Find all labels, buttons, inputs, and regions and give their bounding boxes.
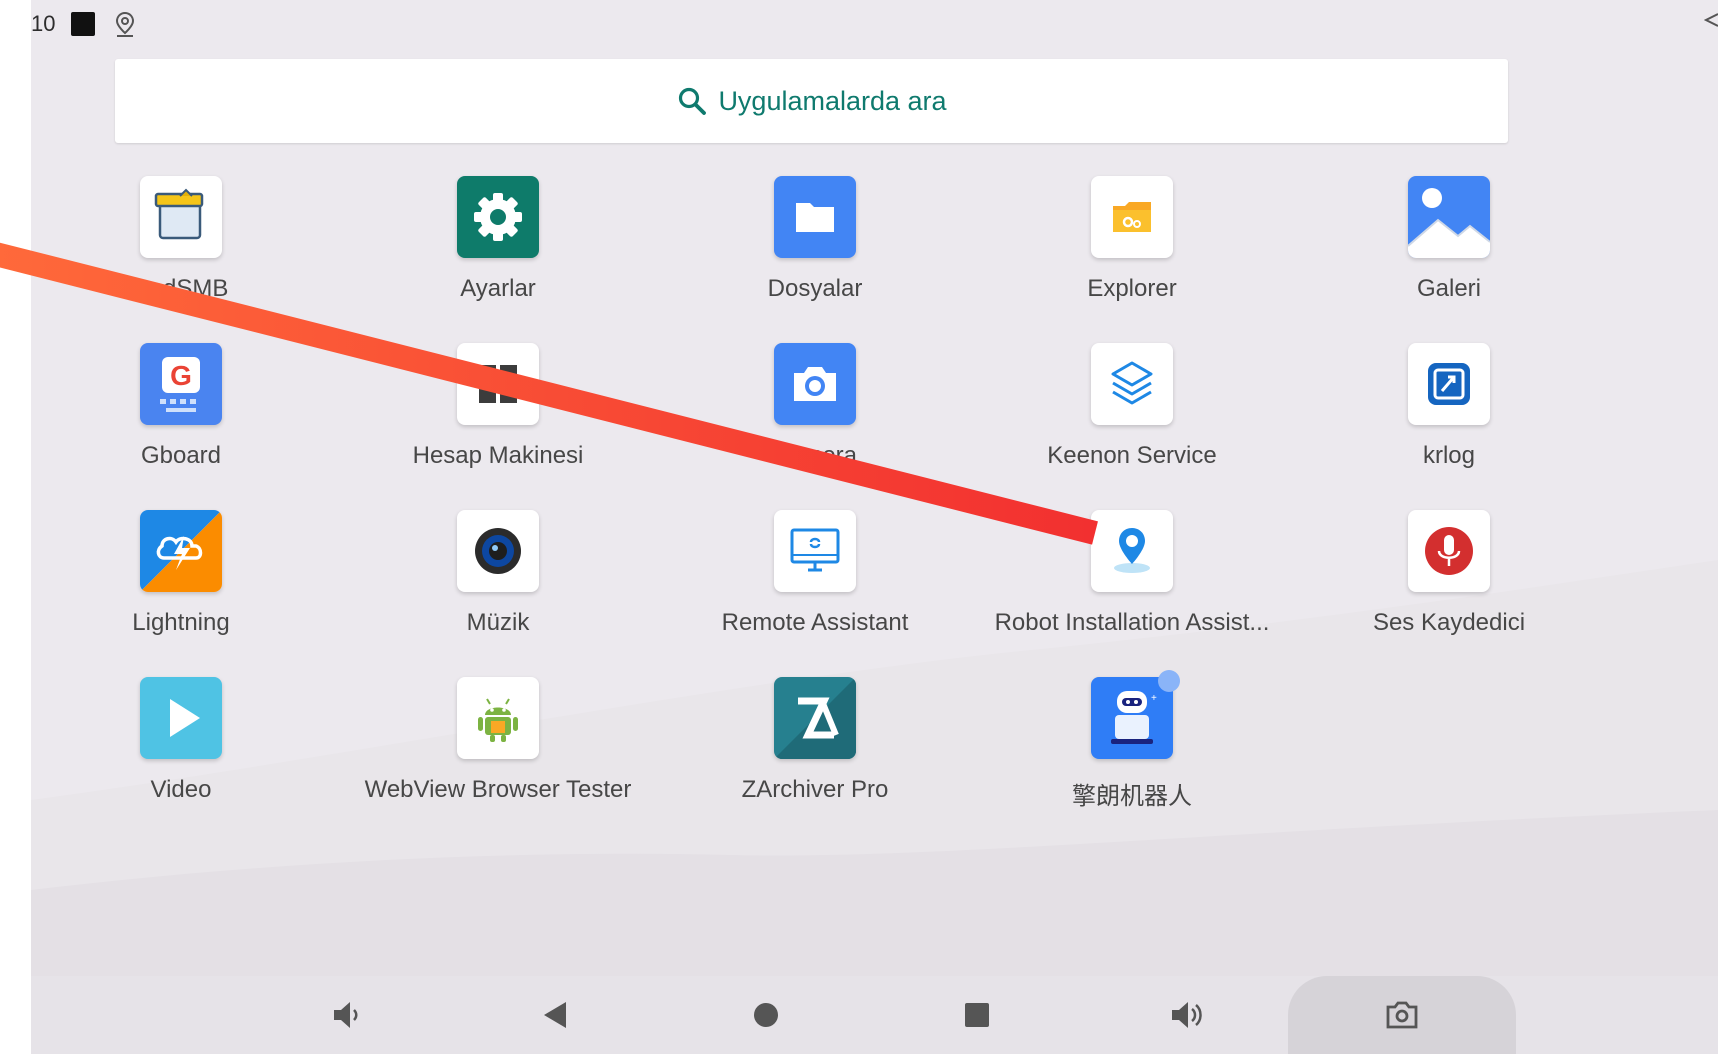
app-label: 擎朗机器人 xyxy=(1072,783,1192,810)
wifi-icon xyxy=(1704,13,1718,27)
app-label: Müzik xyxy=(466,609,530,636)
app-label: Gboard xyxy=(140,442,222,469)
app-krlog[interactable]: krlog xyxy=(1299,343,1599,503)
app-label: Ses Kaydedici xyxy=(1372,609,1526,636)
search-icon xyxy=(679,87,707,115)
notification-badge xyxy=(1158,670,1180,692)
app-label: ZArchiver Pro xyxy=(741,776,889,803)
layers-icon xyxy=(1091,343,1173,425)
zarchiver-icon xyxy=(774,677,856,759)
navigation-bar xyxy=(31,976,1718,1054)
home-button[interactable] xyxy=(721,976,811,1054)
camera-icon xyxy=(774,343,856,425)
app-ayarlar[interactable]: Ayarlar xyxy=(348,176,648,336)
app-label: Keenon Service xyxy=(1047,442,1217,469)
app-remote-assistant[interactable]: Remote Assistant xyxy=(665,510,965,670)
volume-down-button[interactable] xyxy=(302,976,392,1054)
app-galeri[interactable]: Galeri xyxy=(1299,176,1599,336)
explorer-folder-icon xyxy=(1091,176,1173,258)
app-label: Robot Installation Assist... xyxy=(994,609,1270,636)
app-label: Kamera xyxy=(772,442,858,469)
app-keenon-service[interactable]: Keenon Service xyxy=(982,343,1282,503)
app-label: Ayarlar xyxy=(460,275,536,302)
app-zarchiver-pro[interactable]: ZArchiver Pro xyxy=(665,677,965,837)
home-icon xyxy=(754,1003,778,1027)
location-pin-icon xyxy=(1091,510,1173,592)
location-icon xyxy=(115,11,135,37)
krlog-icon xyxy=(1408,343,1490,425)
status-time: 10 xyxy=(31,11,56,36)
app-ses-kaydedici[interactable]: Ses Kaydedici xyxy=(1299,510,1599,670)
app-kamera[interactable]: Kamera xyxy=(665,343,965,503)
app-label: Remote Assistant xyxy=(721,609,909,636)
app-label: Video xyxy=(150,776,212,803)
svg-text:+: + xyxy=(1151,693,1157,704)
app-label: Lightning xyxy=(132,609,230,636)
back-icon xyxy=(544,1002,566,1028)
app-label: Dosyalar xyxy=(767,275,863,302)
app-gboard[interactable]: G Gboard xyxy=(31,343,331,503)
screenshot-icon xyxy=(1386,1001,1418,1029)
folder-icon xyxy=(774,176,856,258)
app-label: Galeri xyxy=(1416,275,1482,302)
app-explorer[interactable]: Explorer xyxy=(982,176,1282,336)
app-search-bar[interactable]: Uygulamalarda ara xyxy=(115,59,1508,143)
app-lightning[interactable]: Lightning xyxy=(31,510,331,670)
screenshot-button[interactable] xyxy=(1357,976,1447,1054)
robot-icon: + xyxy=(1091,677,1173,759)
notification-square-icon xyxy=(71,12,95,36)
search-placeholder: Uygulamalarda ara xyxy=(718,85,947,116)
microphone-icon xyxy=(1408,510,1490,592)
app-dosyalar[interactable]: Dosyalar xyxy=(665,176,965,336)
settings-gear-icon xyxy=(457,176,539,258)
app-label: Hesap Makinesi xyxy=(412,442,584,469)
volume-up-icon xyxy=(1172,1002,1202,1028)
app-robot-installation-assistant[interactable]: Robot Installation Assist... xyxy=(982,510,1282,670)
monitor-icon xyxy=(774,510,856,592)
gallery-icon xyxy=(1408,176,1490,258)
play-icon xyxy=(140,677,222,759)
app-webview-browser-tester[interactable]: WebView Browser Tester xyxy=(348,677,648,837)
app-andsmb[interactable]: AndSMB xyxy=(31,176,331,336)
gboard-icon: G xyxy=(140,343,222,425)
andsmb-icon xyxy=(140,176,222,258)
app-label: WebView Browser Tester xyxy=(364,776,632,803)
calculator-icon xyxy=(457,343,539,425)
app-label: krlog xyxy=(1422,442,1476,469)
app-label: AndSMB xyxy=(133,275,229,302)
android-icon xyxy=(457,677,539,759)
volume-up-button[interactable] xyxy=(1142,976,1232,1054)
app-muzik[interactable]: Müzik xyxy=(348,510,648,670)
app-video[interactable]: Video xyxy=(31,677,331,837)
lightning-icon xyxy=(140,510,222,592)
app-hesap-makinesi[interactable]: Hesap Makinesi xyxy=(348,343,648,503)
app-keenon-robot[interactable]: + 擎朗机器人 xyxy=(982,677,1282,837)
recents-icon xyxy=(965,1003,989,1027)
volume-down-icon xyxy=(334,1002,358,1028)
app-label: Explorer xyxy=(1087,275,1177,302)
status-bar: 10 xyxy=(31,0,1718,48)
svg-text:G: G xyxy=(170,360,192,391)
back-button[interactable] xyxy=(512,976,602,1054)
recents-button[interactable] xyxy=(932,976,1022,1054)
speaker-icon xyxy=(457,510,539,592)
home-screen: 10 Uygulamalarda ara AndSMB Ayarlar Dosy… xyxy=(31,0,1718,1054)
